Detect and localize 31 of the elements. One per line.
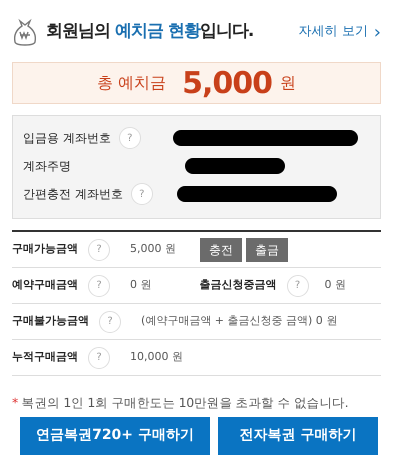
purchase-button[interactable]: 전자복권 구매하기: [218, 416, 378, 455]
help-icon[interactable]: ?: [88, 238, 110, 260]
account-label: 간편충전 계좌번호: [23, 186, 123, 203]
amount-label: 예약구매금액: [12, 277, 78, 294]
amount-value: 0 원: [324, 277, 346, 294]
account-label: 입금용 계좌번호: [23, 130, 111, 147]
help-icon[interactable]: ?: [88, 274, 110, 296]
help-icon[interactable]: ?: [88, 346, 110, 368]
help-icon[interactable]: ?: [286, 274, 308, 296]
help-icon[interactable]: ?: [130, 183, 153, 205]
amount-label: 구매불가능금액: [12, 313, 89, 330]
account-label: 계좌주명: [23, 158, 71, 175]
amount-label: 출금신청중금액: [200, 277, 276, 294]
amount-value: (예약구매금액 + 출금신청중 금액) 0 원: [141, 313, 338, 330]
help-icon[interactable]: ?: [99, 310, 121, 332]
help-icon[interactable]: ?: [118, 127, 141, 149]
amount-value: 10,000 원: [130, 349, 183, 366]
total-label: 총 예치금: [97, 72, 166, 94]
purchase-button[interactable]: 연금복권720+ 구매하기: [20, 416, 210, 455]
money-bag-icon: [12, 18, 38, 46]
amount-value: 0 원: [130, 277, 152, 294]
page-title: 회원님의 예치금 현황입니다.: [46, 20, 254, 44]
purchase-limit-notice: * 복권의 1인 1회 구매한도는 10만원을 초과할 수 없습니다.: [12, 394, 350, 412]
amount-label: 구매가능금액: [12, 241, 78, 258]
total-unit: 원: [280, 72, 296, 94]
action-button[interactable]: 출금: [246, 238, 288, 262]
total-amount: 5,000: [182, 64, 272, 102]
detail-link[interactable]: 자세히 보기 ›: [298, 18, 381, 46]
action-button[interactable]: 충전: [200, 238, 242, 262]
amount-label: 누적구매금액: [12, 349, 78, 366]
amount-value: 5,000 원: [130, 241, 176, 258]
